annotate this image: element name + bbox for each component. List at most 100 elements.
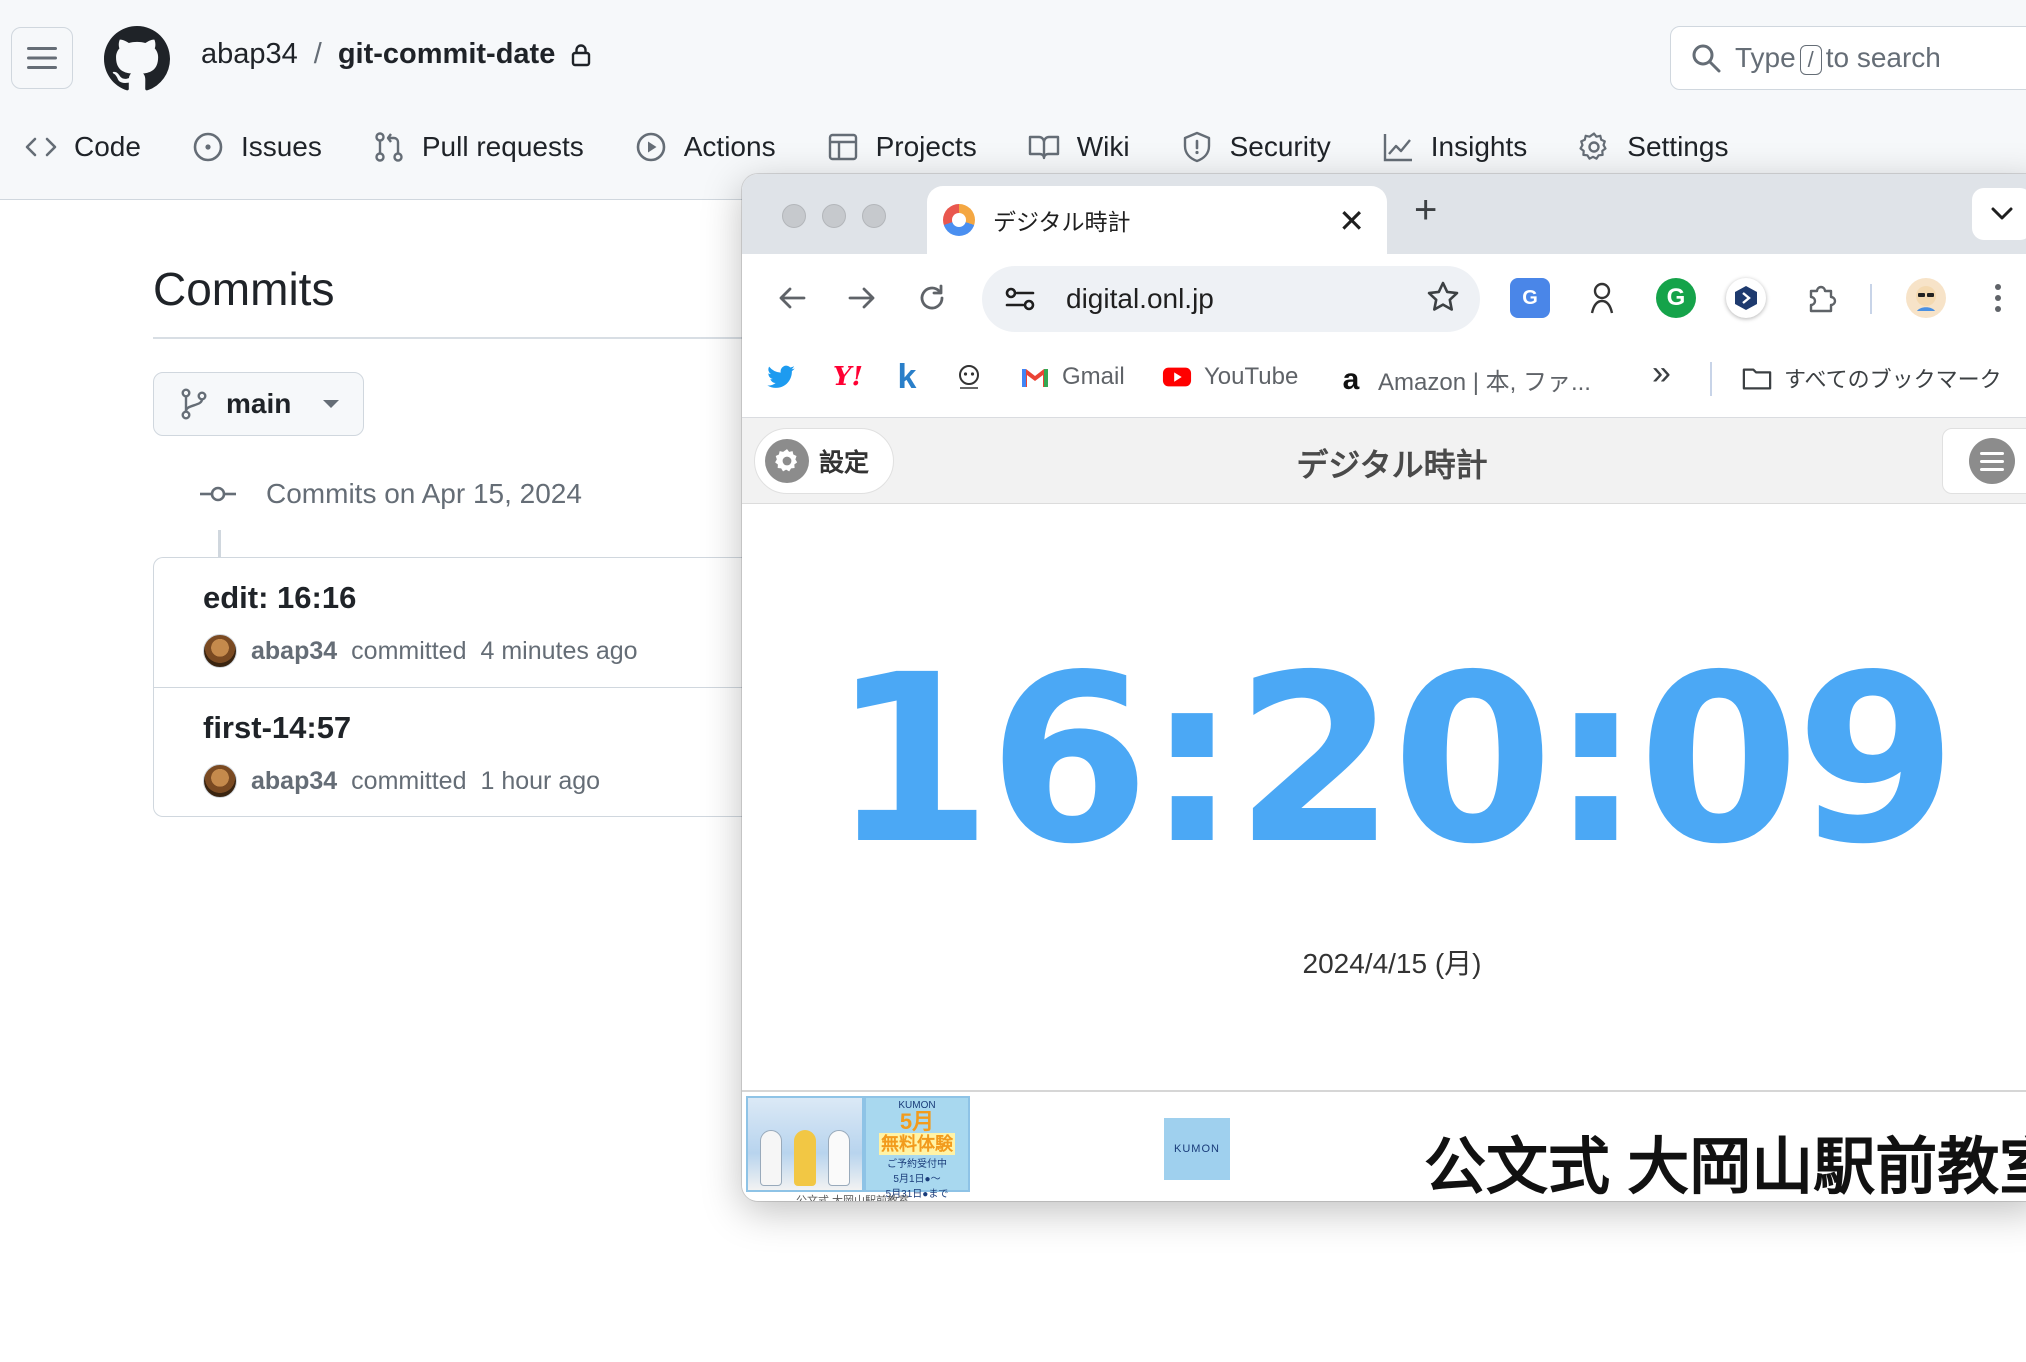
bookmark-yahoo[interactable]: Y!	[828, 362, 880, 392]
youtube-icon	[1162, 367, 1192, 387]
bookmarks-divider	[1710, 362, 1712, 396]
tab-security[interactable]: Security	[1180, 130, 1331, 164]
bookmark-twitter[interactable]	[766, 362, 808, 392]
ad-headline: 公文式 大岡山駅前教室	[1424, 1133, 2026, 1201]
browser-tab[interactable]: デジタル時計 ✕	[927, 186, 1387, 254]
reload-icon	[920, 284, 944, 310]
page-title: Commits	[153, 263, 335, 315]
grammarly-icon[interactable]: G	[1656, 278, 1696, 318]
branch-selector-button[interactable]: main	[153, 372, 364, 436]
minimize-window-button[interactable]	[822, 204, 846, 228]
site-info-icon[interactable]	[1002, 281, 1038, 317]
profile-avatar-icon[interactable]	[1906, 278, 1946, 318]
commit-row: first-14:57 abap34 committed 1 hour ago	[154, 688, 803, 818]
search-icon	[1692, 44, 1721, 73]
tab-pull-requests[interactable]: Pull requests	[372, 130, 584, 164]
browser-toolbar: digital.onl.jp G G	[742, 254, 2026, 344]
tab-actions[interactable]: Actions	[634, 130, 776, 164]
tab-search-button[interactable]	[1972, 188, 2026, 240]
commit-row: edit: 16:16 abap34 committed 4 minutes a…	[154, 558, 803, 688]
extension-person-icon[interactable]	[1582, 278, 1622, 318]
yahoo-icon: Y!	[833, 362, 863, 392]
close-tab-icon[interactable]: ✕	[1338, 202, 1365, 240]
git-branch-icon	[181, 388, 207, 420]
commit-author[interactable]: abap34	[251, 637, 337, 666]
bookmark-k[interactable]: k	[892, 357, 934, 396]
tab-wiki[interactable]: Wiki	[1027, 130, 1130, 164]
tab-insights[interactable]: Insights	[1381, 130, 1527, 164]
git-commit-icon	[200, 486, 236, 502]
digital-clock-time: 16:20:09	[830, 625, 1957, 895]
tab-title: デジタル時計	[993, 209, 1131, 235]
tab-settings[interactable]: Settings	[1577, 130, 1728, 164]
site-menu-button[interactable]	[1942, 428, 2026, 494]
search-placeholder: Type / to search	[1735, 41, 1941, 75]
extensions-puzzle-icon[interactable]	[1802, 278, 1842, 318]
kumon-logo: KUMON	[1164, 1118, 1230, 1180]
commit-author[interactable]: abap34	[251, 767, 337, 796]
commit-title-link[interactable]: first-14:57	[203, 710, 351, 746]
new-tab-button[interactable]: +	[1414, 188, 1437, 233]
all-bookmarks-folder[interactable]: すべてのブックマーク	[1742, 362, 2002, 394]
repo-nav: Code Issues Pull requests Actions Projec…	[24, 130, 1778, 164]
bookmark-youtube[interactable]: YouTube	[1162, 362, 1298, 392]
tab-issues[interactable]: Issues	[191, 130, 322, 164]
address-bar[interactable]: digital.onl.jp	[982, 266, 1480, 332]
shield-icon	[1183, 131, 1210, 163]
google-translate-icon[interactable]: G	[1510, 278, 1550, 318]
site-header: 設定 デジタル時計	[742, 418, 2026, 504]
hamburger-icon	[27, 47, 57, 69]
commit-meta: abap34 committed 1 hour ago	[203, 764, 600, 798]
lock-icon	[572, 43, 591, 66]
atcoder-icon	[959, 365, 979, 389]
gear-icon	[1579, 132, 1607, 160]
ad-photo	[746, 1096, 864, 1192]
site-favicon-icon	[943, 204, 975, 236]
bookmarks-bar: Y! k Gmail YouTube a Amazon | 本, ファ... »	[742, 344, 2026, 418]
breadcrumb-separator: /	[313, 38, 322, 70]
avatar[interactable]	[203, 634, 237, 668]
hamburger-icon	[1969, 438, 2015, 484]
commit-title-link[interactable]: edit: 16:16	[203, 580, 356, 616]
reload-button[interactable]	[912, 278, 952, 318]
global-menu-button[interactable]	[11, 27, 73, 89]
bookmark-atcoder[interactable]	[954, 362, 996, 392]
bookmark-gmail[interactable]: Gmail	[1020, 362, 1125, 392]
twitter-icon	[767, 365, 795, 388]
code-icon	[25, 137, 57, 157]
tab-code[interactable]: Code	[24, 130, 141, 164]
browser-menu-icon[interactable]	[1978, 278, 2018, 318]
repo-name-link[interactable]: git-commit-date	[338, 38, 556, 71]
k-icon: k	[897, 357, 917, 396]
toolbar-divider	[1870, 284, 1872, 314]
ad-promo: KUMON 5月 無料体験 ご予約受付中 5月1日●〜 5月31日●まで	[864, 1096, 970, 1200]
bookmark-amazon[interactable]: a Amazon | 本, ファ...	[1336, 362, 1591, 397]
commit-group-label: Commits on Apr 15, 2024	[266, 478, 582, 509]
slash-key-hint: /	[1799, 44, 1822, 75]
more-bookmarks-button[interactable]: »	[1652, 354, 1671, 393]
tab-projects[interactable]: Projects	[826, 130, 977, 164]
avatar[interactable]	[203, 764, 237, 798]
issue-opened-icon	[193, 132, 223, 162]
github-logo-icon[interactable]	[104, 26, 170, 92]
zoom-window-button[interactable]	[862, 204, 886, 228]
browser-window: デジタル時計 ✕ + digital.onl.jp G G Y! k Gmail…	[742, 174, 2026, 1201]
ad-banner[interactable]: KUMON 5月 無料体験 ご予約受付中 5月1日●〜 5月31日●まで 公文式…	[742, 1090, 2026, 1201]
table-icon	[828, 133, 857, 161]
commit-meta: abap34 committed 4 minutes ago	[203, 634, 638, 668]
play-icon	[636, 132, 666, 162]
star-icon[interactable]	[1426, 280, 1460, 314]
git-pull-request-icon	[375, 132, 403, 162]
timeline-line	[218, 530, 221, 558]
forward-button[interactable]	[842, 278, 882, 318]
close-window-button[interactable]	[782, 204, 806, 228]
graph-icon	[1383, 134, 1412, 162]
repo-owner-link[interactable]: abap34	[201, 38, 298, 71]
github-header: abap34 / git-commit-date Type / to search …	[0, 0, 2026, 200]
commit-list: edit: 16:16 abap34 committed 4 minutes a…	[153, 557, 803, 817]
extension-shield-icon[interactable]	[1726, 278, 1766, 318]
commit-time: 4 minutes ago	[480, 636, 638, 665]
commit-verb: committed	[351, 636, 467, 665]
global-search-input[interactable]: Type / to search	[1670, 26, 2026, 90]
back-button[interactable]	[772, 278, 812, 318]
